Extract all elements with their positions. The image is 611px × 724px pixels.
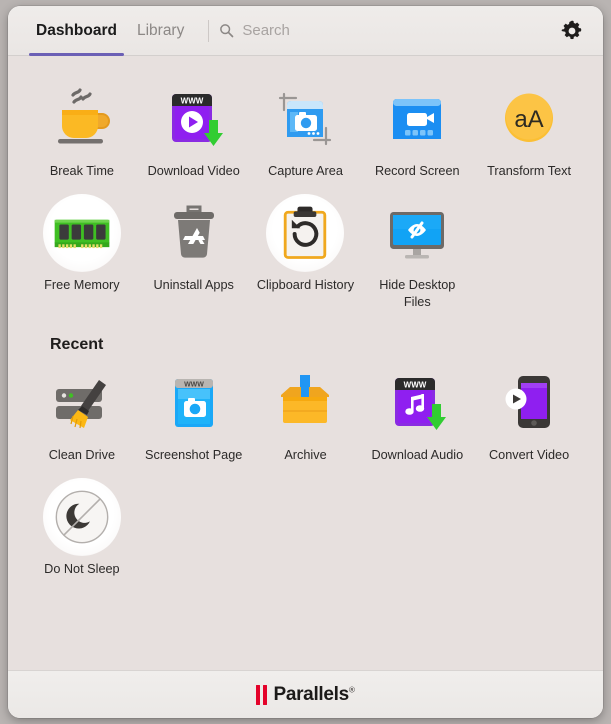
- tool-icon-wrap: WWW: [155, 364, 233, 442]
- tool-icon-wrap: WWW: [155, 80, 233, 158]
- svg-text:WWW: WWW: [184, 382, 204, 389]
- trash-app-icon: [173, 205, 214, 258]
- screenshot-page-icon: WWW: [174, 379, 213, 428]
- svg-text:WWW: WWW: [180, 97, 203, 106]
- recent-grid: Clean Drive WWW Screenshot Page Archive …: [26, 356, 585, 584]
- svg-text:aA: aA: [514, 106, 543, 133]
- tool-label: Do Not Sleep: [44, 562, 120, 577]
- tool-download-video[interactable]: WWW Download Video: [138, 72, 250, 186]
- search-box[interactable]: [219, 17, 557, 45]
- capture-area-icon: [279, 92, 332, 146]
- tool-label: Download Video: [147, 164, 240, 178]
- tool-transform-text[interactable]: aA Transform Text: [473, 72, 585, 186]
- tool-label: Screenshot Page: [145, 448, 243, 463]
- tool-icon-wrap: [490, 364, 568, 442]
- svg-text:WWW: WWW: [404, 381, 427, 390]
- registered-mark: ®: [348, 685, 355, 695]
- tool-clean-drive[interactable]: Clean Drive: [26, 356, 138, 470]
- tab-library[interactable]: Library: [127, 6, 194, 56]
- gear-icon: [561, 20, 582, 39]
- grid-spacer: [473, 186, 585, 317]
- tool-label: Archive: [284, 448, 327, 463]
- tab-dashboard-label: Dashboard: [36, 21, 117, 39]
- footer: Parallels®: [8, 670, 603, 718]
- parallels-bars-icon: [256, 684, 268, 705]
- settings-button[interactable]: [557, 16, 587, 46]
- tool-capture-area[interactable]: Capture Area: [250, 72, 362, 186]
- memory-stick-icon: [54, 219, 110, 248]
- tool-icon-wrap: [378, 194, 456, 272]
- hide-desktop-icon: [390, 211, 445, 259]
- tool-icon-wrap: [266, 193, 345, 272]
- grid-spacer: [138, 470, 250, 584]
- parallels-wordmark: Parallels®: [273, 684, 354, 706]
- tool-uninstall-apps[interactable]: Uninstall Apps: [138, 186, 250, 317]
- tool-label: Clipboard History: [256, 277, 355, 292]
- toolbar-divider: [208, 19, 210, 42]
- download-video-icon: WWW: [171, 94, 223, 146]
- tool-convert-video[interactable]: Convert Video: [473, 356, 585, 470]
- do-not-sleep-icon: [55, 490, 109, 544]
- tool-hide-desktop-files[interactable]: Hide Desktop Files: [361, 186, 473, 317]
- record-screen-icon: [393, 99, 442, 139]
- tool-break-time[interactable]: Break Time: [26, 72, 138, 186]
- tool-label: Free Memory: [44, 277, 120, 292]
- tool-label: Download Audio: [371, 448, 464, 463]
- tool-label: Uninstall Apps: [153, 277, 234, 292]
- tool-icon-wrap: WWW: [378, 364, 456, 442]
- archive-box-icon: [281, 375, 330, 424]
- tool-label: Transform Text: [487, 164, 572, 178]
- tool-icon-wrap: [42, 193, 121, 272]
- content-area: Break Time WWW Download Video Capture Ar…: [8, 56, 603, 670]
- tool-icon-wrap: [378, 80, 456, 158]
- search-icon: [220, 24, 234, 38]
- tool-label: Convert Video: [489, 448, 570, 463]
- tool-clipboard-history[interactable]: Clipboard History: [250, 186, 362, 317]
- grid-spacer: [361, 470, 473, 584]
- search-input[interactable]: [242, 17, 557, 44]
- dashboard-grid: Break Time WWW Download Video Capture Ar…: [26, 72, 585, 316]
- transform-text-icon: aA: [505, 93, 554, 142]
- convert-video-icon: [505, 376, 551, 429]
- toolbox-window: Dashboard Library Search Break Time WWW …: [8, 6, 603, 718]
- grid-spacer: [250, 470, 362, 584]
- tool-icon-wrap: [266, 80, 344, 158]
- tool-label: Record Screen: [374, 164, 460, 178]
- download-audio-icon: WWW: [395, 378, 447, 431]
- grid-spacer: [473, 470, 585, 584]
- parallels-logo: Parallels®: [256, 684, 355, 706]
- clean-drive-icon: [55, 380, 106, 429]
- tool-icon-wrap: [43, 364, 121, 442]
- tool-label: Capture Area: [268, 164, 343, 178]
- toolbar: Dashboard Library: [8, 6, 603, 56]
- tool-icon-wrap: [266, 364, 344, 442]
- tool-icon-wrap: aA: [490, 80, 568, 158]
- tool-icon-wrap: [42, 478, 121, 557]
- tool-free-memory[interactable]: Free Memory: [26, 186, 138, 317]
- clipboard-history-icon: [284, 206, 327, 259]
- tool-screenshot-page[interactable]: WWW Screenshot Page: [138, 356, 250, 470]
- tab-dashboard[interactable]: Dashboard: [26, 6, 127, 56]
- recent-section-title: Recent: [50, 336, 104, 354]
- coffee-cup-icon: [57, 88, 110, 144]
- tool-icon-wrap: [43, 80, 121, 158]
- tool-label: Clean Drive: [48, 448, 116, 463]
- parallels-name-text: Parallels: [273, 683, 349, 705]
- tool-record-screen[interactable]: Record Screen: [361, 72, 473, 186]
- tool-download-audio[interactable]: WWW Download Audio: [361, 356, 473, 470]
- tool-icon-wrap: [155, 194, 233, 272]
- tool-label: Break Time: [49, 164, 114, 178]
- tool-do-not-sleep[interactable]: Do Not Sleep: [26, 470, 138, 584]
- tab-library-label: Library: [136, 21, 185, 39]
- tool-archive[interactable]: Archive: [250, 356, 362, 470]
- tool-label: Hide Desktop Files: [379, 277, 456, 309]
